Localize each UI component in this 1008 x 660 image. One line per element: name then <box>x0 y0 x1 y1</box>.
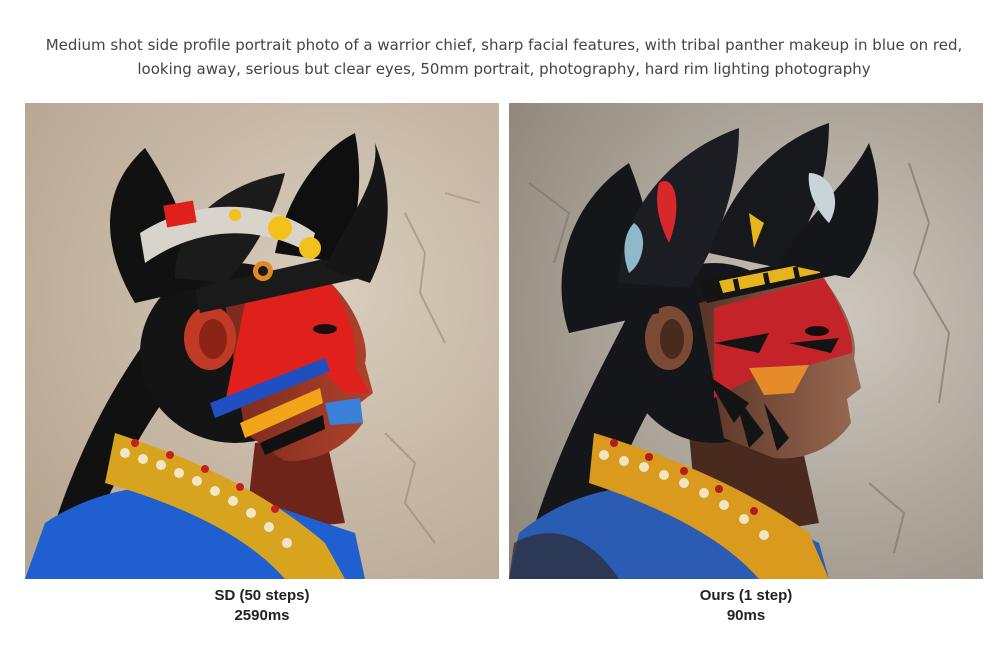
ours-portrait-image <box>509 103 983 579</box>
ours-caption: Ours (1 step) 90ms <box>509 586 983 626</box>
ours-time-label: 90ms <box>726 607 766 624</box>
prompt-text: Medium shot side profile portrait photo … <box>45 36 963 78</box>
sd-time-label: 2590ms <box>234 607 290 624</box>
sd-portrait-image <box>25 103 499 579</box>
ours-method-label: Ours (1 step) <box>699 587 793 604</box>
sd-caption: SD (50 steps) 2590ms <box>25 586 499 626</box>
sd-method-label: SD (50 steps) <box>214 587 310 604</box>
